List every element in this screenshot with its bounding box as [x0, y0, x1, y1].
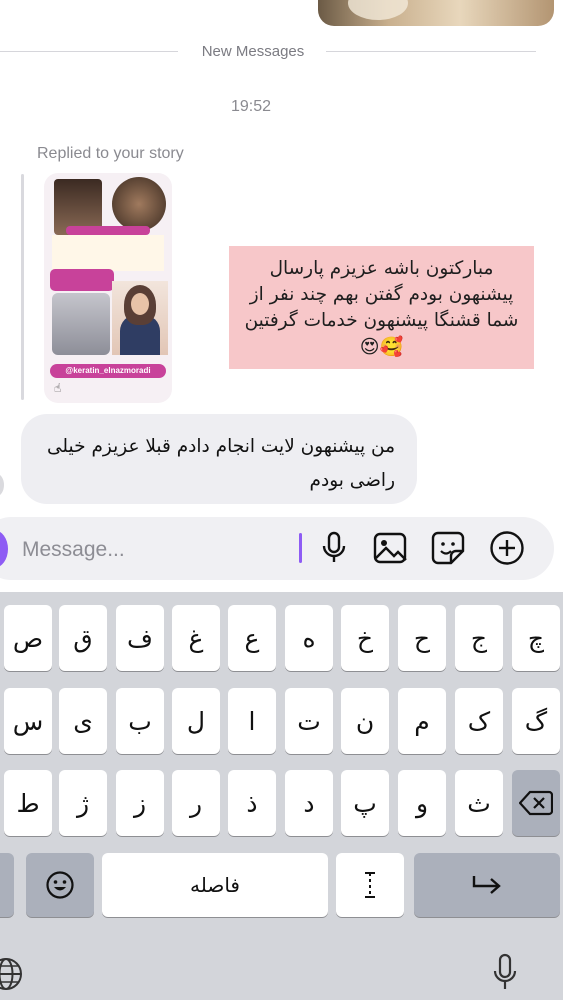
emoji-icon	[46, 871, 74, 899]
key-27[interactable]: ز	[116, 770, 164, 836]
key-8[interactable]: ف	[116, 605, 164, 671]
zwnj-icon	[365, 872, 375, 898]
story-thumbnail[interactable]: @keratin_elnazmoradi ☝	[44, 173, 172, 403]
space-key[interactable]: فاصله	[102, 853, 328, 917]
new-messages-divider: New Messages	[0, 40, 563, 64]
key-26[interactable]: ر	[172, 770, 220, 836]
key-21[interactable]: ث	[455, 770, 503, 836]
key-10[interactable]: ص	[4, 605, 52, 671]
story-portrait-face	[131, 293, 149, 315]
microphone-icon[interactable]	[316, 530, 352, 566]
dictation-icon[interactable]	[490, 952, 520, 994]
key-14[interactable]: ن	[341, 688, 389, 754]
story-reply-emojis: 🥰😍	[359, 336, 404, 358]
message-input[interactable]	[20, 530, 294, 570]
key-12[interactable]: ک	[455, 688, 503, 754]
key-23[interactable]: پ	[341, 770, 389, 836]
story-hair-circle-image	[112, 177, 166, 231]
message-timestamp: 19:52	[230, 98, 272, 115]
key-16[interactable]: ا	[228, 688, 276, 754]
key-22[interactable]: و	[398, 770, 446, 836]
globe-icon[interactable]	[0, 954, 24, 994]
key-7[interactable]: غ	[172, 605, 220, 671]
story-reply-message: مبارکتون باشه عزیزم پارسال پیشنهون بودم …	[229, 246, 534, 369]
key-28[interactable]: ژ	[59, 770, 107, 836]
key-4[interactable]: خ	[341, 605, 389, 671]
story-blonde-hair-image	[52, 293, 110, 355]
story-tag-strip	[66, 226, 150, 235]
replied-to-story-label: Replied to your story	[37, 145, 184, 162]
key-24[interactable]: د	[285, 770, 333, 836]
story-handle: @keratin_elnazmoradi	[50, 364, 166, 378]
reply-indicator-bar	[21, 174, 24, 400]
divider-label: New Messages	[201, 43, 305, 60]
incoming-message-bubble[interactable]: من پیشنهون لایت انجام دادم قبلا عزیزم خی…	[21, 414, 417, 504]
key-3[interactable]: ح	[398, 605, 446, 671]
gallery-icon[interactable]	[372, 530, 408, 566]
sticker-icon[interactable]	[430, 530, 466, 566]
key-13[interactable]: م	[398, 688, 446, 754]
key-29[interactable]: ط	[4, 770, 52, 836]
zwnj-key[interactable]	[336, 853, 404, 917]
key-6[interactable]: ع	[228, 605, 276, 671]
key-9[interactable]: ق	[59, 605, 107, 671]
previous-media-message[interactable]	[318, 0, 554, 26]
backspace-icon	[519, 790, 553, 816]
divider-line-right	[326, 51, 536, 52]
key-20[interactable]: س	[4, 688, 52, 754]
divider-line-left	[0, 51, 178, 52]
key-11[interactable]: گ	[512, 688, 560, 754]
text-caret	[299, 533, 302, 563]
key-17[interactable]: ل	[172, 688, 220, 754]
story-pink-caption	[50, 269, 114, 291]
return-key[interactable]	[414, 853, 560, 917]
key-19[interactable]: ی	[59, 688, 107, 754]
hand-icon: ☝	[54, 381, 62, 395]
key-2[interactable]: ج	[455, 605, 503, 671]
emoji-key[interactable]	[26, 853, 94, 917]
key-15[interactable]: ت	[285, 688, 333, 754]
incoming-message-text: من پیشنهون لایت انجام دادم قبلا عزیزم خی…	[47, 436, 395, 491]
keyboard: چ ج ح خ ه ع غ ف ق ص گ ک م ن ت ا ل ب ی س …	[0, 592, 563, 1000]
key-25[interactable]: ذ	[228, 770, 276, 836]
story-text-block	[52, 235, 164, 271]
sender-avatar[interactable]	[0, 474, 4, 496]
story-reply-text: مبارکتون باشه عزیزم پارسال پیشنهون بودم …	[244, 258, 519, 331]
numbers-key[interactable]	[0, 853, 14, 917]
add-icon[interactable]	[489, 530, 525, 566]
key-5[interactable]: ه	[285, 605, 333, 671]
delete-key[interactable]	[512, 770, 560, 836]
return-icon	[472, 876, 501, 894]
key-18[interactable]: ب	[116, 688, 164, 754]
key-1[interactable]: چ	[512, 605, 560, 671]
